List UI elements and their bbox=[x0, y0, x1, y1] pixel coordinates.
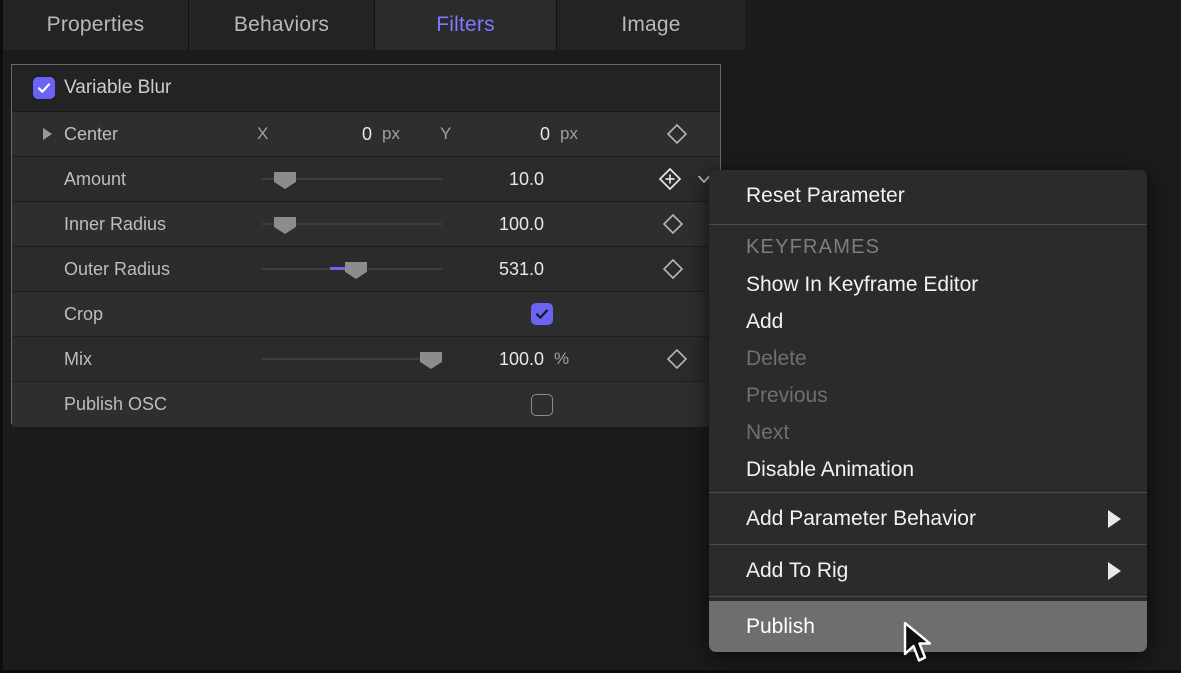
center-x-axis-label: X bbox=[257, 124, 268, 144]
menu-separator bbox=[709, 224, 1147, 225]
keyframe-diamond-icon[interactable] bbox=[662, 213, 684, 235]
menu-item-show-in-keyframe-editor[interactable]: Show In Keyframe Editor bbox=[709, 266, 1147, 303]
tab-properties[interactable]: Properties bbox=[3, 0, 189, 50]
parameter-row-inner-radius[interactable]: Inner Radius 100.0 bbox=[12, 202, 720, 247]
parameter-row-crop[interactable]: Crop bbox=[12, 292, 720, 337]
inspector-tab-bar: Properties Behaviors Filters Image bbox=[3, 0, 745, 50]
filters-parameter-list: Variable Blur Center X 0 px Y 0 px Amoun… bbox=[11, 64, 721, 424]
amount-value[interactable]: 10.0 bbox=[472, 169, 544, 190]
menu-item-label: Reset Parameter bbox=[746, 184, 905, 208]
submenu-arrow-icon bbox=[1108, 510, 1121, 528]
submenu-arrow-icon bbox=[1108, 562, 1121, 580]
center-y-axis-label: Y bbox=[440, 124, 451, 144]
inner-radius-slider[interactable] bbox=[262, 216, 442, 232]
menu-section-keyframes: KEYFRAMES bbox=[709, 228, 1147, 266]
tab-behaviors[interactable]: Behaviors bbox=[189, 0, 375, 50]
parameter-label-crop: Crop bbox=[64, 304, 103, 325]
menu-item-label: Disable Animation bbox=[746, 458, 914, 482]
inner-radius-slider-knob[interactable] bbox=[274, 217, 296, 234]
center-x-unit: px bbox=[382, 124, 400, 144]
filter-header-row[interactable]: Variable Blur bbox=[12, 65, 720, 112]
mix-value[interactable]: 100.0 bbox=[462, 349, 544, 370]
parameter-label-amount: Amount bbox=[64, 169, 126, 190]
motion-inspector-window: Properties Behaviors Filters Image Varia… bbox=[0, 0, 1181, 673]
menu-item-label: Next bbox=[746, 421, 789, 445]
parameter-row-outer-radius[interactable]: Outer Radius 531.0 bbox=[12, 247, 720, 292]
parameter-label-center: Center bbox=[64, 124, 118, 145]
menu-item-reset-parameter[interactable]: Reset Parameter bbox=[709, 170, 1147, 221]
outer-radius-slider-knob[interactable] bbox=[345, 262, 367, 279]
tab-filters[interactable]: Filters bbox=[375, 0, 557, 50]
amount-slider[interactable] bbox=[262, 171, 442, 187]
parameter-row-center[interactable]: Center X 0 px Y 0 px bbox=[12, 112, 720, 157]
keyframe-diamond-icon[interactable] bbox=[666, 348, 688, 370]
disclosure-triangle-icon[interactable] bbox=[43, 128, 52, 140]
crop-checkbox[interactable] bbox=[531, 303, 553, 325]
menu-item-label: Add To Rig bbox=[746, 559, 848, 583]
tab-image-label: Image bbox=[621, 13, 680, 37]
publish-osc-checkbox[interactable] bbox=[531, 394, 553, 416]
tab-behaviors-label: Behaviors bbox=[234, 13, 329, 37]
parameter-label-publish-osc: Publish OSC bbox=[64, 394, 167, 415]
tab-filters-label: Filters bbox=[436, 13, 495, 37]
menu-item-disable-animation[interactable]: Disable Animation bbox=[709, 451, 1147, 488]
menu-item-delete: Delete bbox=[709, 340, 1147, 377]
inner-radius-value[interactable]: 100.0 bbox=[462, 214, 544, 235]
menu-item-label: Add bbox=[746, 310, 783, 334]
checkmark-icon bbox=[36, 80, 52, 96]
mix-slider[interactable] bbox=[262, 351, 442, 367]
menu-item-label: Show In Keyframe Editor bbox=[746, 273, 978, 297]
menu-item-add-parameter-behavior[interactable]: Add Parameter Behavior bbox=[709, 493, 1147, 544]
parameter-label-mix: Mix bbox=[64, 349, 92, 370]
menu-item-label: Previous bbox=[746, 384, 828, 408]
outer-radius-value[interactable]: 531.0 bbox=[462, 259, 544, 280]
variable-blur-enable-checkbox[interactable] bbox=[33, 77, 55, 99]
menu-item-label: Publish bbox=[746, 615, 815, 639]
mix-unit: % bbox=[554, 349, 569, 369]
keyframe-diamond-icon[interactable] bbox=[662, 258, 684, 280]
window-left-edge bbox=[0, 0, 3, 673]
keyframe-diamond-icon[interactable] bbox=[666, 123, 688, 145]
menu-item-label: Add Parameter Behavior bbox=[746, 507, 976, 531]
parameter-row-mix[interactable]: Mix 100.0 % bbox=[12, 337, 720, 382]
menu-item-add-to-rig[interactable]: Add To Rig bbox=[709, 545, 1147, 596]
parameter-label-inner-radius: Inner Radius bbox=[64, 214, 166, 235]
menu-item-next: Next bbox=[709, 414, 1147, 451]
menu-item-publish[interactable]: Publish bbox=[709, 601, 1147, 652]
amount-slider-knob[interactable] bbox=[274, 172, 296, 189]
menu-section-label: KEYFRAMES bbox=[746, 236, 880, 259]
parameter-label-outer-radius: Outer Radius bbox=[64, 259, 170, 280]
tab-properties-label: Properties bbox=[47, 13, 145, 37]
parameter-row-amount[interactable]: Amount 10.0 bbox=[12, 157, 720, 202]
menu-item-add[interactable]: Add bbox=[709, 303, 1147, 340]
center-x-value[interactable]: 0 bbox=[312, 124, 372, 145]
menu-item-previous: Previous bbox=[709, 377, 1147, 414]
checkmark-icon bbox=[534, 306, 550, 322]
center-y-value[interactable]: 0 bbox=[490, 124, 550, 145]
parameter-row-publish-osc[interactable]: Publish OSC bbox=[12, 382, 720, 427]
outer-radius-slider[interactable] bbox=[262, 261, 442, 277]
keyframe-diamond-animated-icon[interactable] bbox=[658, 167, 682, 191]
mix-slider-knob[interactable] bbox=[420, 352, 442, 369]
filter-name-label: Variable Blur bbox=[64, 77, 171, 99]
menu-item-label: Delete bbox=[746, 347, 807, 371]
tab-image[interactable]: Image bbox=[557, 0, 745, 50]
parameter-context-menu: Reset Parameter KEYFRAMES Show In Keyfra… bbox=[709, 170, 1147, 652]
center-y-unit: px bbox=[560, 124, 578, 144]
mix-slider-track bbox=[262, 358, 442, 360]
